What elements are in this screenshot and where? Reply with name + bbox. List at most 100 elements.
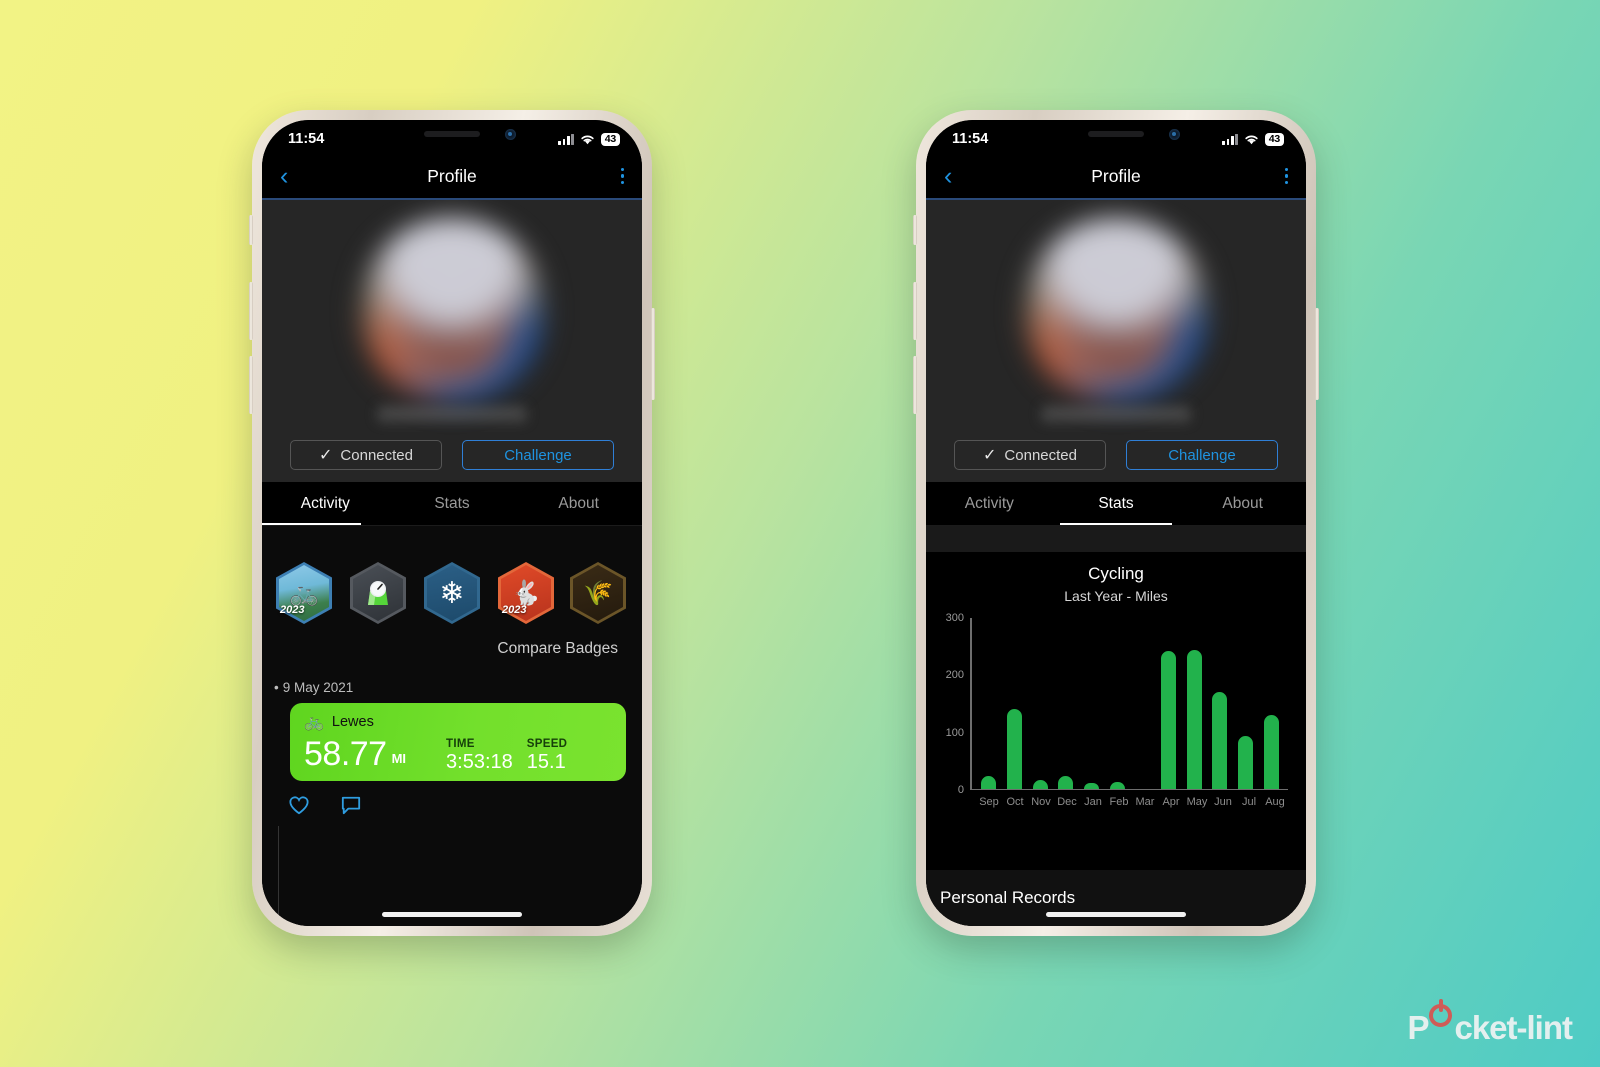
chart-bar <box>1161 650 1177 789</box>
x-tick-label: Jul <box>1241 796 1257 808</box>
chart-bar <box>1263 714 1279 789</box>
volume-down-button[interactable] <box>913 356 917 414</box>
earpiece-speaker <box>424 131 480 137</box>
badge-row[interactable]: 🚲 2023 ❄ 🐇 2023 🌾 <box>262 526 642 624</box>
scale-badge-icon <box>350 562 406 624</box>
profile-hero: ✓ Connected Challenge <box>926 200 1306 482</box>
profile-hero: ✓ Connected Challenge <box>262 200 642 482</box>
x-tick-label: Sep <box>979 796 999 808</box>
chart-bar <box>1212 691 1228 789</box>
challenge-label: Challenge <box>1168 446 1236 464</box>
y-axis-line <box>970 618 972 790</box>
chart-bar <box>1109 781 1125 789</box>
x-tick-label: Feb <box>1109 796 1129 808</box>
profile-name-blurred <box>1041 406 1191 422</box>
check-icon: ✓ <box>319 447 333 464</box>
time-label: TIME <box>446 738 475 750</box>
profile-tabs: Activity Stats About <box>262 482 642 526</box>
x-tick-label: Jan <box>1084 796 1102 808</box>
profile-tabs: Activity Stats About <box>926 482 1306 526</box>
volume-up-button[interactable] <box>913 282 917 340</box>
connected-button[interactable]: ✓ Connected <box>290 440 442 470</box>
speed-value: 15.1 <box>526 751 566 773</box>
activity-distance-unit: MI <box>391 751 407 766</box>
compare-badges-link[interactable]: Compare Badges <box>262 624 642 658</box>
chart-plot-area: 0 100 200 300 <box>936 612 1288 796</box>
chart-bar-column <box>1130 618 1156 789</box>
chevron-left-icon[interactable]: ‹ <box>944 163 952 189</box>
mute-switch[interactable] <box>249 215 253 245</box>
chart-bars <box>976 618 1284 789</box>
page-title: Profile <box>427 165 477 186</box>
chart-bar-column <box>976 618 1002 789</box>
badge-item[interactable]: 🚲 2023 <box>276 562 332 624</box>
x-axis-labels: Sep Oct Nov Dec Jan Feb Mar Apr May Jun Jul Aug <box>976 796 1288 808</box>
badge-item[interactable]: 🐇 2023 <box>498 562 554 624</box>
tab-about[interactable]: About <box>1179 482 1306 525</box>
nav-bar: ‹ Profile <box>926 154 1306 200</box>
chart-bar <box>1032 779 1048 789</box>
screen-right: 11:54 43 ‹ Profile ✓ Connected Challenge… <box>926 120 1306 926</box>
time-value: 3:53:18 <box>446 751 513 773</box>
nav-bar: ‹ Profile <box>262 154 642 200</box>
tab-activity[interactable]: Activity <box>262 482 389 525</box>
snowflake-badge-icon: ❄ <box>439 576 465 610</box>
chart-bar-column <box>1207 618 1233 789</box>
wifi-icon <box>581 135 594 144</box>
power-button[interactable] <box>1315 308 1319 400</box>
phone-left: 11:54 43 ‹ Profile ✓ Connected Challenge… <box>249 110 655 936</box>
avatar <box>359 218 545 404</box>
phone-right: 11:54 43 ‹ Profile ✓ Connected Challenge… <box>913 110 1319 936</box>
overflow-menu-icon[interactable] <box>1284 167 1288 185</box>
tab-activity-label: Activity <box>300 494 350 512</box>
y-tick-label: 200 <box>945 669 964 682</box>
wheat-badge-icon: 🌾 <box>583 579 613 607</box>
chart-bar <box>1058 776 1074 789</box>
heart-icon[interactable] <box>288 795 310 815</box>
badge-item[interactable]: 🌾 <box>570 562 626 624</box>
badge-item[interactable] <box>350 562 406 624</box>
overflow-menu-icon[interactable] <box>620 167 624 185</box>
volume-up-button[interactable] <box>249 282 253 340</box>
tab-stats[interactable]: Stats <box>389 482 516 525</box>
tab-activity-label: Activity <box>964 494 1014 512</box>
battery-indicator: 43 <box>600 132 620 146</box>
mute-switch[interactable] <box>913 215 917 245</box>
y-tick-label: 0 <box>957 784 964 796</box>
front-camera-icon <box>1169 129 1180 140</box>
personal-records-section[interactable]: Personal Records <box>926 870 1306 926</box>
chart-subtitle: Last Year - Miles <box>1064 588 1168 604</box>
chart-bar <box>981 776 997 789</box>
home-indicator <box>382 912 522 917</box>
x-tick-label: Mar <box>1135 796 1155 808</box>
activity-distance: 58.77 <box>304 735 387 773</box>
tab-stats-label: Stats <box>1098 494 1134 512</box>
y-tick-label: 300 <box>945 612 964 624</box>
personal-records-title: Personal Records <box>940 888 1076 907</box>
speed-label: SPEED <box>526 738 568 750</box>
cycling-chart-card: Cycling Last Year - Miles 0 100 200 300 Sep… <box>926 552 1306 870</box>
power-button[interactable] <box>651 308 655 400</box>
challenge-button[interactable]: Challenge <box>1126 440 1278 470</box>
earpiece-speaker <box>1088 131 1144 137</box>
tab-stats[interactable]: Stats <box>1053 482 1180 525</box>
y-axis: 0 100 200 300 <box>936 612 970 796</box>
stats-spacer <box>926 526 1306 552</box>
volume-down-button[interactable] <box>249 356 253 414</box>
chart-bar-column <box>1027 618 1053 789</box>
tab-activity[interactable]: Activity <box>926 482 1053 525</box>
chevron-left-icon[interactable]: ‹ <box>280 163 288 189</box>
challenge-button[interactable]: Challenge <box>462 440 614 470</box>
activity-card[interactable]: 🚲 Lewes 58.77 MI TIME 3:53:18 SPEED 15.1 <box>290 703 626 781</box>
x-axis-line <box>970 788 1288 790</box>
badge-item[interactable]: ❄ <box>424 562 480 624</box>
tab-about[interactable]: About <box>515 482 642 525</box>
feed-timeline-rail <box>278 826 279 926</box>
battery-indicator: 43 <box>1264 132 1284 146</box>
stats-tab-body: Cycling Last Year - Miles 0 100 200 300 Sep… <box>926 526 1306 926</box>
comment-icon[interactable] <box>340 795 362 815</box>
screen-left: 11:54 43 ‹ Profile ✓ Connected Challenge… <box>262 120 642 926</box>
chart-bar-column <box>1156 618 1182 789</box>
watermark-text-2: cket-lint <box>1454 1009 1573 1046</box>
connected-button[interactable]: ✓ Connected <box>954 440 1106 470</box>
